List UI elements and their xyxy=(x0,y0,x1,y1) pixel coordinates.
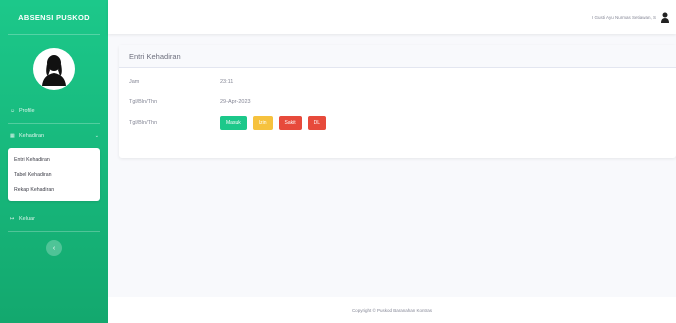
brand-title[interactable]: ABSENSI PUSKOD xyxy=(0,0,108,34)
status-buttons: Masuk Izin Sakit DL xyxy=(220,116,327,130)
izin-button[interactable]: Izin xyxy=(252,116,273,130)
row-status: Tgl/Bln/Thn Masuk Izin Sakit DL xyxy=(119,112,676,134)
date-value: 29-Apr-2023 xyxy=(220,99,251,105)
sidebar-item-label: Kehadiran xyxy=(19,133,45,139)
topbar: I Gusti Ayu Nurmas Setiawan, S xyxy=(108,0,676,34)
sidebar-toggle-button[interactable]: ‹ xyxy=(46,240,62,256)
logout-icon: ↦ xyxy=(10,216,15,222)
chevron-down-icon: ⌄ xyxy=(94,133,99,139)
footer-copyright: Copyright © Puskod Baranahan Kontras xyxy=(108,297,676,323)
row-label: Tgl/Bln/Thn xyxy=(129,120,158,126)
entri-kehadiran-card: Entri Kehadiran Jam 23:11 Tgl/Bln/Thn 29… xyxy=(119,45,676,158)
user-icon: ☺ xyxy=(10,108,16,114)
sidebar-divider xyxy=(8,34,100,35)
chevron-left-icon: ‹ xyxy=(52,244,56,252)
sidebar-item-profile[interactable]: ☺ Profile xyxy=(0,99,108,123)
masuk-button[interactable]: Masuk xyxy=(220,116,247,130)
person-silhouette-icon xyxy=(42,55,66,86)
sidebar: ABSENSI PUSKOD ☺ Profile ▦ Kehadiran ⌄ E… xyxy=(0,0,108,323)
dl-button[interactable]: DL xyxy=(307,116,327,130)
sidebar-item-label: Keluar xyxy=(19,216,35,222)
sidebar-item-kehadiran[interactable]: ▦ Kehadiran ⌄ xyxy=(0,124,108,148)
row-date: Tgl/Bln/Thn 29-Apr-2023 xyxy=(119,92,676,112)
calendar-icon: ▦ xyxy=(10,133,15,139)
avatar xyxy=(33,48,75,90)
person-icon xyxy=(661,12,669,23)
row-label: Tgl/Bln/Thn xyxy=(129,99,158,105)
time-value: 23:11 xyxy=(220,79,234,85)
submenu-item-rekap[interactable]: Rekap Kehadiran xyxy=(8,182,100,197)
row-label: Jam xyxy=(129,79,140,85)
sidebar-item-keluar[interactable]: ↦ Keluar xyxy=(0,207,108,231)
profile-avatar-wrap xyxy=(0,41,108,97)
card-title: Entri Kehadiran xyxy=(119,45,676,68)
kehadiran-submenu: Entri Kehadiran Tabel Kehadiran Rekap Ke… xyxy=(8,148,100,201)
sidebar-item-label: Profile xyxy=(19,108,35,114)
user-avatar-icon[interactable] xyxy=(660,11,670,23)
user-name[interactable]: I Gusti Ayu Nurmas Setiawan, S xyxy=(592,15,656,20)
sakit-button[interactable]: Sakit xyxy=(278,116,302,130)
sidebar-divider xyxy=(8,231,100,232)
submenu-item-tabel[interactable]: Tabel Kehadiran xyxy=(8,167,100,182)
row-jam: Jam 23:11 xyxy=(119,72,676,92)
submenu-item-entri[interactable]: Entri Kehadiran xyxy=(8,152,100,167)
